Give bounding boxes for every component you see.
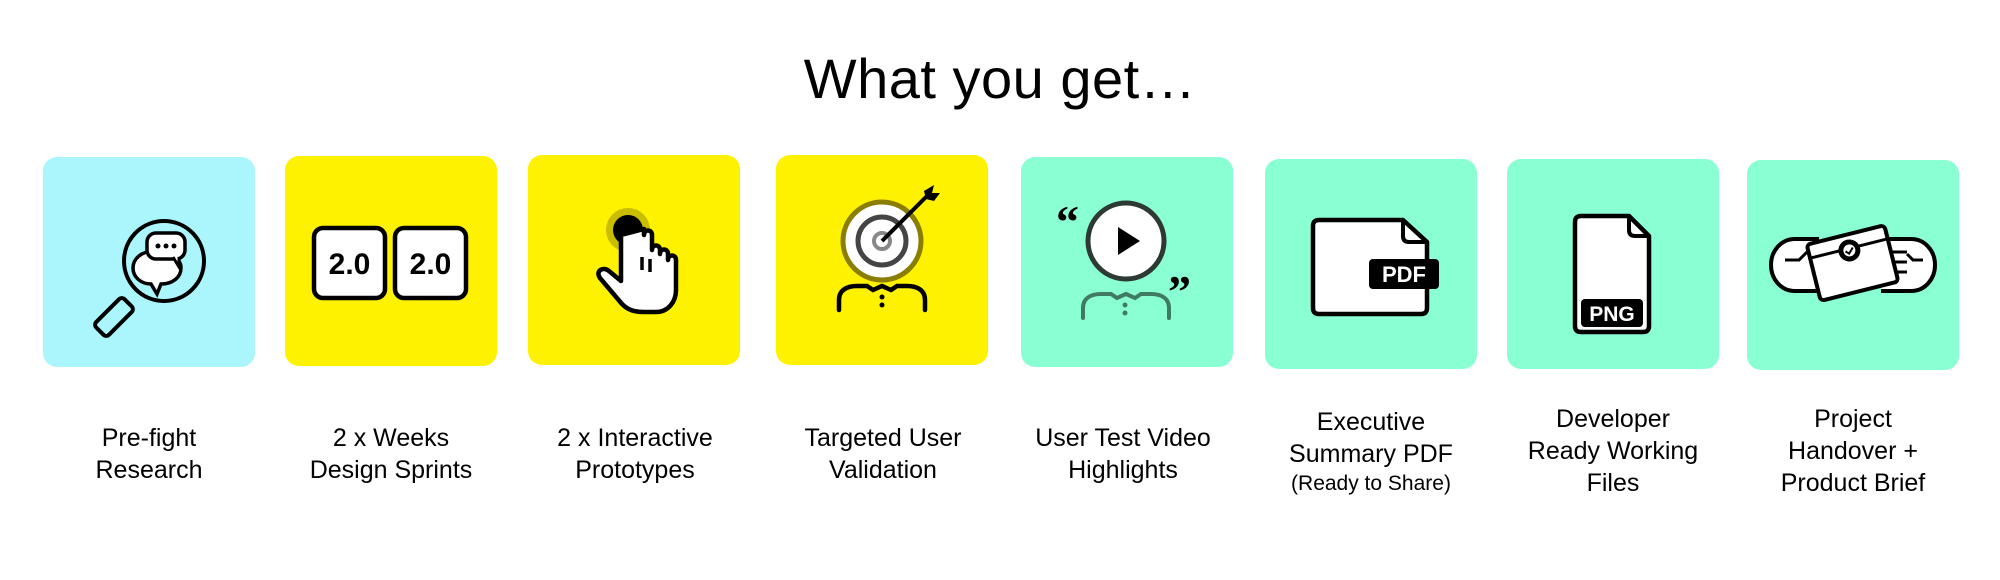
card-project-handover bbox=[1747, 160, 1959, 370]
close-quote-icon: ” bbox=[1168, 266, 1191, 317]
card-label: Targeted User Validation bbox=[804, 424, 962, 484]
video-testimonial-icon: “ ” bbox=[1056, 196, 1191, 320]
magnifier-chat-icon bbox=[93, 219, 206, 338]
card-executive-summary-pdf: PDF bbox=[1265, 159, 1477, 369]
card-label: 2 x Interactive Prototypes bbox=[557, 424, 713, 484]
version-badges-icon: 2.0 2.0 bbox=[311, 225, 469, 301]
card-label: User Test Video Highlights bbox=[1035, 424, 1211, 484]
open-quote-icon: “ bbox=[1056, 196, 1079, 247]
card-developer-files: PNG bbox=[1507, 159, 1719, 369]
card-label: 2 x Weeks Design Sprints bbox=[309, 424, 473, 484]
pdf-tag: PDF bbox=[1382, 262, 1426, 287]
card-user-test-video: “ ” bbox=[1021, 157, 1233, 367]
card-targeted-user-validation bbox=[776, 155, 988, 365]
png-file-icon: PNG bbox=[1572, 213, 1652, 335]
target-user-icon bbox=[836, 185, 940, 313]
pdf-file-icon: PDF bbox=[1310, 217, 1439, 317]
badge-text: 2.0 bbox=[329, 248, 371, 281]
page-title: What you get… bbox=[803, 47, 1197, 110]
finger-tap-icon bbox=[596, 208, 679, 315]
card-label: Developer Ready Working Files bbox=[1527, 405, 1699, 497]
badge-text: 2.0 bbox=[410, 248, 452, 281]
card-label: Executive Summary PDF (Ready to Share) bbox=[1251, 406, 1491, 498]
label-subtitle: (Ready to Share) bbox=[1291, 472, 1451, 495]
png-tag: PNG bbox=[1589, 303, 1635, 326]
card-design-sprints: 2.0 2.0 bbox=[285, 156, 497, 366]
handover-certificate-icon bbox=[1768, 224, 1938, 303]
card-label: Project Handover + Product Brief bbox=[1780, 405, 1926, 497]
card-interactive-prototypes bbox=[528, 155, 740, 365]
card-label: Pre-fight Research bbox=[95, 424, 203, 484]
card-prefight-research bbox=[43, 157, 255, 367]
